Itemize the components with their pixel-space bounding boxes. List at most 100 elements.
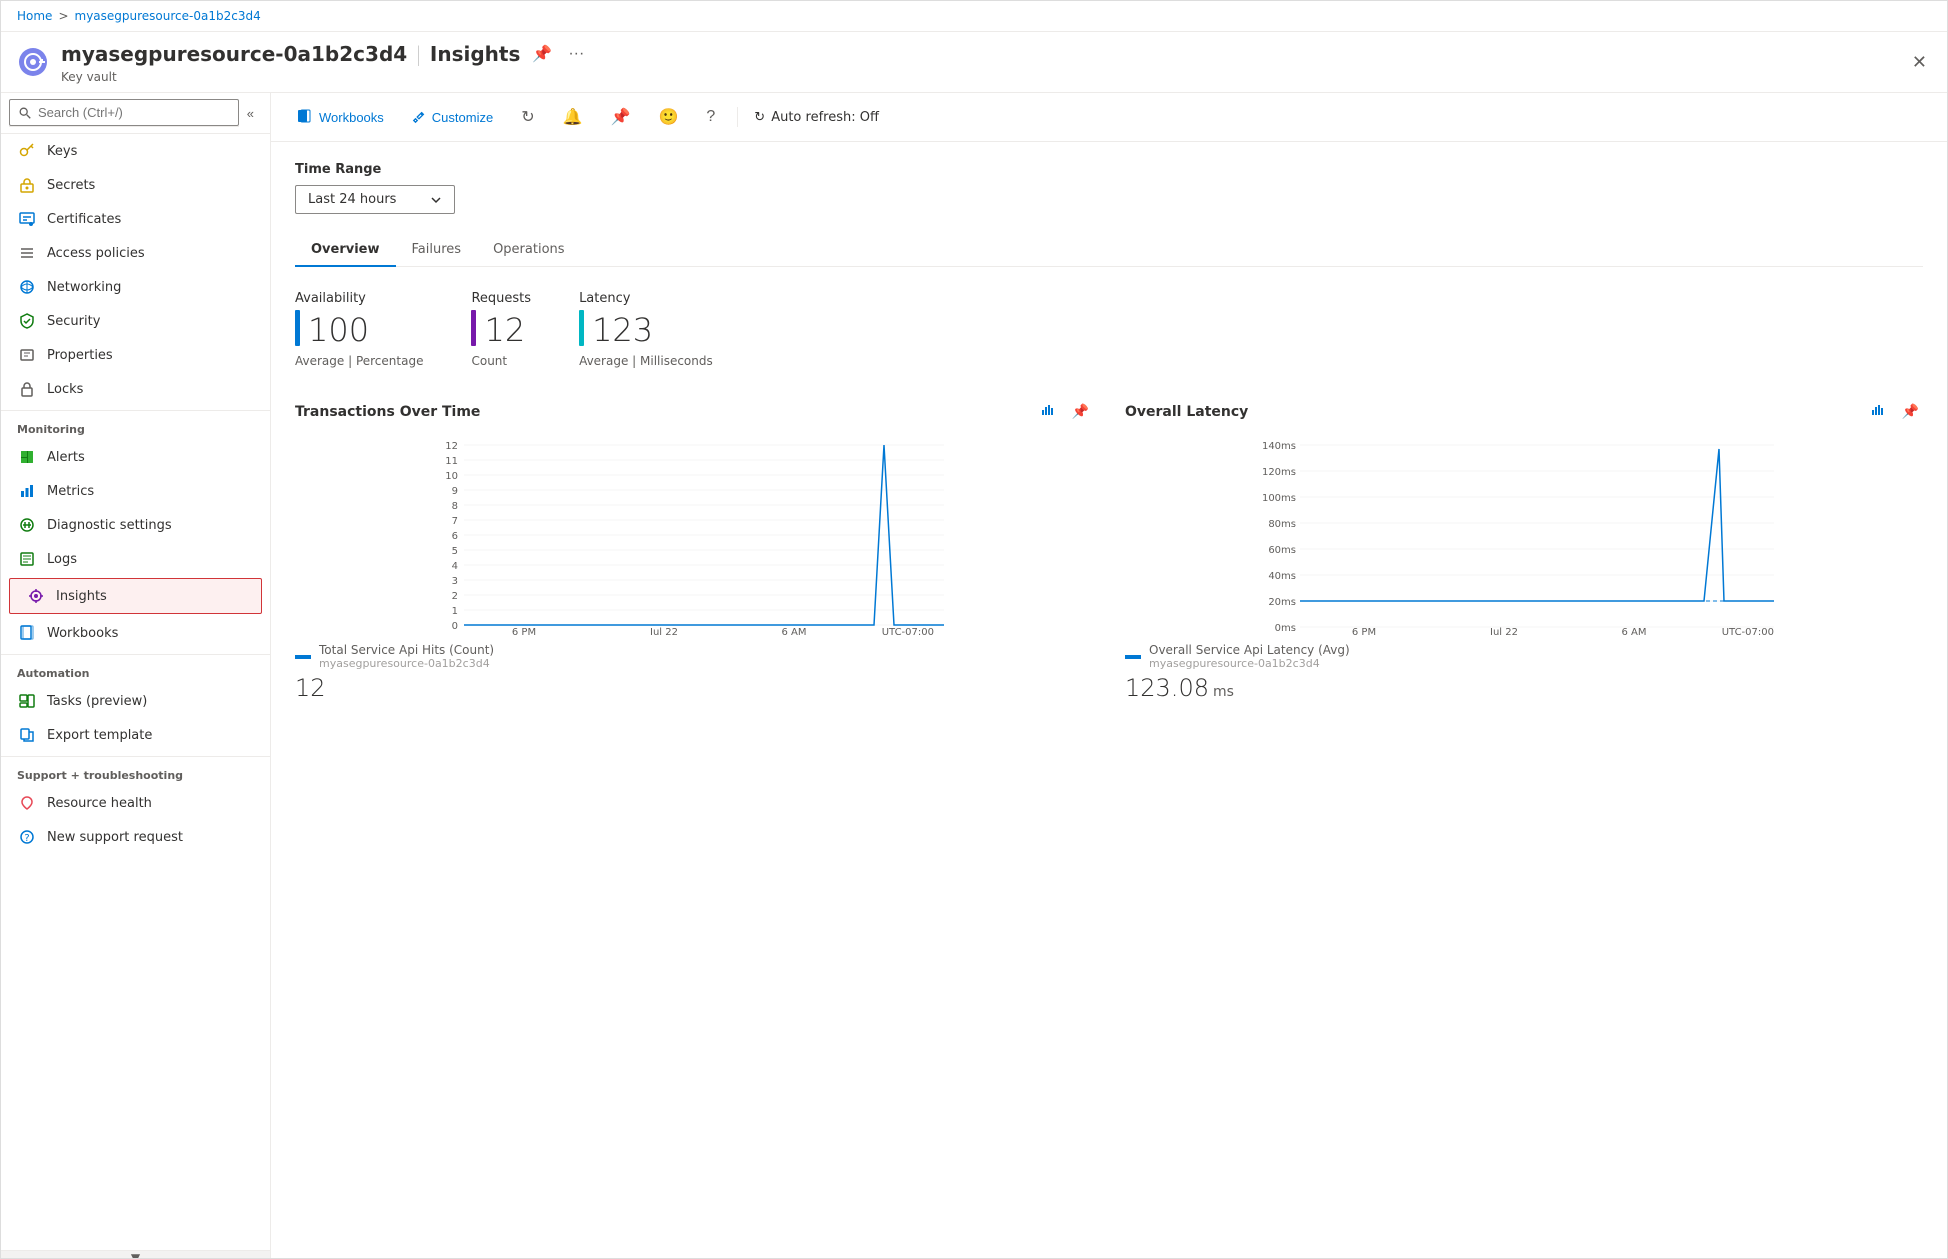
sidebar-item-label: Logs <box>47 552 77 567</box>
metric-bar <box>295 310 300 346</box>
sidebar-item-metrics[interactable]: Metrics <box>1 474 270 508</box>
page-name: Insights <box>430 42 520 66</box>
more-options-button[interactable]: ··· <box>564 41 588 67</box>
sidebar-item-networking[interactable]: Networking <box>1 270 270 304</box>
svg-text:40ms: 40ms <box>1268 571 1296 582</box>
metric-bar <box>471 310 476 346</box>
metric-label: Requests <box>471 291 531 306</box>
chart-metrics-icon <box>1040 402 1056 418</box>
sidebar-item-export-template[interactable]: Export template <box>1 718 270 752</box>
search-input[interactable] <box>9 99 239 126</box>
chart-expand-button[interactable] <box>1036 400 1060 423</box>
sidebar-item-certificates[interactable]: Certificates <box>1 202 270 236</box>
metric-latency: Latency 123 Average | Milliseconds <box>579 291 713 368</box>
chart-title: Transactions Over Time <box>295 404 480 420</box>
svg-text:10: 10 <box>445 471 458 482</box>
workbooks-button[interactable]: Workbooks <box>291 105 390 129</box>
monitoring-section: Monitoring <box>1 410 270 440</box>
sidebar-item-properties[interactable]: Properties <box>1 338 270 372</box>
notification-button[interactable]: 🔔 <box>557 103 589 131</box>
sidebar-item-label: Alerts <box>47 450 85 465</box>
sidebar-item-label: Certificates <box>47 212 121 227</box>
time-range-label: Time Range <box>295 162 1923 177</box>
svg-text:9: 9 <box>452 486 458 497</box>
sidebar-item-alerts[interactable]: Alerts <box>1 440 270 474</box>
feedback-button[interactable]: 🙂 <box>652 103 684 131</box>
page-title-block: myasegpuresource-0a1b2c3d4 | Insights 📌 … <box>61 40 1896 84</box>
tasks-icon <box>17 691 37 711</box>
sidebar-item-label: Workbooks <box>47 626 118 641</box>
sidebar-collapse-button[interactable]: « <box>239 102 262 125</box>
latency-pin-button[interactable]: 📌 <box>1898 400 1923 423</box>
sidebar-item-new-support[interactable]: ? New support request <box>1 820 270 854</box>
sidebar-item-security[interactable]: Security <box>1 304 270 338</box>
content-body: Time Range Last 24 hours Overview Failur… <box>271 142 1947 722</box>
sidebar-item-logs[interactable]: Logs <box>1 542 270 576</box>
metric-label: Latency <box>579 291 713 306</box>
breadcrumb-current[interactable]: myasegpuresource-0a1b2c3d4 <box>75 9 261 23</box>
latency-expand-button[interactable] <box>1866 400 1890 423</box>
svg-text:20ms: 20ms <box>1268 597 1296 608</box>
legend-label: Total Service Api Hits (Count) myasegpur… <box>319 643 494 670</box>
sidebar-item-resource-health[interactable]: Resource health <box>1 786 270 820</box>
page-title: myasegpuresource-0a1b2c3d4 | Insights 📌 … <box>61 40 1896 68</box>
breadcrumb-home[interactable]: Home <box>17 9 52 23</box>
sidebar-item-access-policies[interactable]: Access policies <box>1 236 270 270</box>
svg-text:12: 12 <box>445 441 458 452</box>
metric-sub: Average | Percentage <box>295 354 423 368</box>
sidebar-item-tasks[interactable]: Tasks (preview) <box>1 684 270 718</box>
customize-button[interactable]: Customize <box>406 106 499 129</box>
sidebar-scroll-down[interactable]: ▼ <box>1 1251 270 1258</box>
sidebar-item-insights[interactable]: Insights <box>9 578 262 614</box>
metric-label: Availability <box>295 291 423 306</box>
tab-failures[interactable]: Failures <box>396 234 478 267</box>
tab-operations[interactable]: Operations <box>477 234 580 267</box>
sidebar-item-secrets[interactable]: Secrets <box>1 168 270 202</box>
pin-toolbar-button[interactable]: 📌 <box>605 103 637 131</box>
refresh-button[interactable]: ↻ <box>515 103 540 131</box>
svg-text:11: 11 <box>445 456 458 467</box>
sidebar-item-workbooks[interactable]: Workbooks <box>1 616 270 650</box>
svg-text:5: 5 <box>452 546 458 557</box>
sidebar-item-label: Diagnostic settings <box>47 518 172 533</box>
access-icon <box>17 243 37 263</box>
sidebar-item-diagnostic-settings[interactable]: Diagnostic settings <box>1 508 270 542</box>
metric-value-row: 123 <box>579 310 713 346</box>
time-range-select[interactable]: Last 24 hours <box>295 185 455 214</box>
key-icon <box>17 141 37 161</box>
sidebar-item-label: Access policies <box>47 246 145 261</box>
title-separator: | <box>415 42 422 66</box>
sidebar-item-label: New support request <box>47 830 183 845</box>
automation-section: Automation <box>1 654 270 684</box>
charts-row: Transactions Over Time 📌 1 <box>295 400 1923 702</box>
toolbar: Workbooks Customize ↻ 🔔 📌 🙂 ? ↻ Auto ref… <box>271 93 1947 142</box>
metric-bar <box>579 310 584 346</box>
workbooks-toolbar-icon <box>297 109 313 125</box>
pin-button[interactable]: 📌 <box>528 40 556 68</box>
sidebar-item-keys[interactable]: Keys <box>1 134 270 168</box>
help-button[interactable]: ? <box>700 104 721 130</box>
lock-icon <box>17 379 37 399</box>
auto-refresh[interactable]: ↻ Auto refresh: Off <box>754 110 879 125</box>
close-button[interactable]: ✕ <box>1908 48 1931 77</box>
metric-value: 123 <box>592 314 653 346</box>
metric-sub: Count <box>471 354 531 368</box>
svg-text:140ms: 140ms <box>1262 441 1296 452</box>
svg-text:0ms: 0ms <box>1275 623 1296 634</box>
metric-availability: Availability 100 Average | Percentage <box>295 291 423 368</box>
secret-icon <box>17 175 37 195</box>
chart-header: Transactions Over Time 📌 <box>295 400 1093 423</box>
page-icon <box>17 46 49 78</box>
export-icon <box>17 725 37 745</box>
sidebar-item-locks[interactable]: Locks <box>1 372 270 406</box>
legend-title: Total Service Api Hits (Count) <box>319 643 494 657</box>
health-icon <box>17 793 37 813</box>
tab-overview[interactable]: Overview <box>295 234 396 267</box>
chart-header: Overall Latency 📌 <box>1125 400 1923 423</box>
key-vault-icon <box>17 46 49 78</box>
metric-value: 100 <box>308 314 369 346</box>
transactions-chart-svg: 12 11 10 9 8 7 6 5 4 3 2 <box>295 435 1093 635</box>
chart-pin-button[interactable]: 📌 <box>1068 400 1093 423</box>
sidebar-item-label: Insights <box>56 589 107 604</box>
time-range-section: Time Range Last 24 hours <box>295 162 1923 214</box>
